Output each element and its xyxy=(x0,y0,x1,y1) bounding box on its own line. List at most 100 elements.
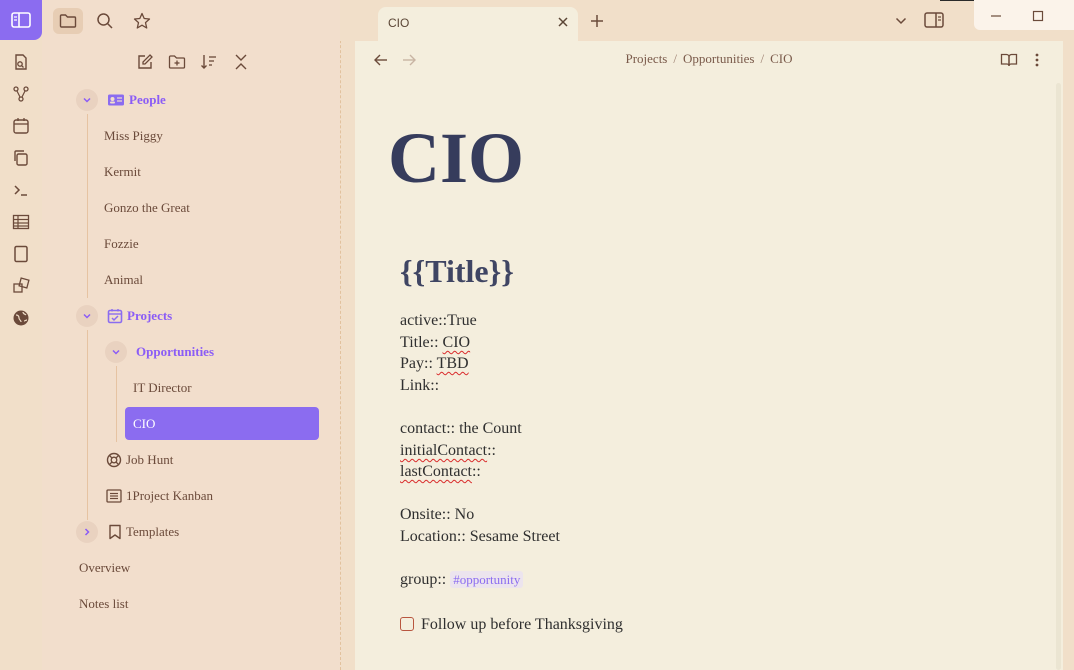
file-label: Miss Piggy xyxy=(104,128,163,143)
templates-copy-icon[interactable] xyxy=(10,147,32,169)
bookmarks-tab[interactable] xyxy=(127,8,157,34)
property-group[interactable]: group:: #opportunity xyxy=(400,570,524,590)
lifebuoy-icon xyxy=(106,452,122,468)
task-checkbox[interactable] xyxy=(400,617,414,631)
folder-templates[interactable]: Templates xyxy=(76,517,179,547)
file-it-director[interactable]: IT Director xyxy=(133,373,192,403)
note-title[interactable]: CIO xyxy=(388,116,524,200)
file-fozzie[interactable]: Fozzie xyxy=(104,229,139,259)
bookmark-icon xyxy=(108,524,122,540)
folder-opportunities[interactable]: Opportunities xyxy=(105,337,214,367)
file-label: Animal xyxy=(104,272,143,287)
file-label: Kermit xyxy=(104,164,141,179)
folder-label: Projects xyxy=(127,308,173,323)
breadcrumb-item[interactable]: Projects xyxy=(625,51,667,66)
property-rest: :: xyxy=(471,463,481,480)
contact-card-icon xyxy=(107,93,125,107)
view-header: Projects / Opportunities / CIO xyxy=(355,41,1063,79)
search-icon xyxy=(96,12,114,30)
property-key: Title:: xyxy=(400,334,443,351)
file-cio[interactable]: CIO xyxy=(125,407,319,440)
editor-pane: Projects / Opportunities / CIO CIO {{Title}}… xyxy=(355,41,1063,670)
property-initial-contact[interactable]: initialContact:: xyxy=(400,441,496,461)
bookmark-star-icon xyxy=(133,12,151,30)
daily-note-calendar-icon[interactable] xyxy=(10,115,32,137)
tag-opportunity[interactable]: #opportunity xyxy=(450,571,524,588)
tab-bar: CIO xyxy=(340,0,1074,41)
publish-globe-icon[interactable] xyxy=(10,307,32,329)
close-icon[interactable] xyxy=(556,15,570,29)
folder-icon xyxy=(59,13,77,29)
chevron-right-icon[interactable] xyxy=(76,521,98,543)
folder-label: Opportunities xyxy=(136,344,215,359)
file-kermit[interactable]: Kermit xyxy=(104,157,141,187)
property-value: CIO xyxy=(442,334,471,351)
tab-cio[interactable]: CIO xyxy=(378,7,578,41)
folder-projects[interactable]: Projects xyxy=(76,301,172,331)
chevron-down-icon[interactable] xyxy=(76,305,98,327)
file-notes-list[interactable]: Notes list xyxy=(79,589,128,619)
tree-guide xyxy=(87,330,88,520)
file-animal[interactable]: Animal xyxy=(104,265,143,295)
minimize-icon[interactable] xyxy=(990,10,1002,22)
graph-view-icon[interactable] xyxy=(10,83,32,105)
property-active[interactable]: active::True xyxy=(400,311,477,331)
file-miss-piggy[interactable]: Miss Piggy xyxy=(104,121,163,151)
property-key: Pay:: xyxy=(400,355,437,372)
new-note-icon xyxy=(136,53,154,71)
new-tab-icon[interactable] xyxy=(589,13,605,29)
sort-button[interactable] xyxy=(198,51,220,73)
chevron-down-icon[interactable] xyxy=(105,341,127,363)
property-title[interactable]: Title:: CIO xyxy=(400,333,470,353)
more-options-icon[interactable] xyxy=(1031,52,1043,68)
open-quick-switcher-icon[interactable] xyxy=(10,51,32,73)
sidebar-toggle-icon xyxy=(11,12,31,28)
file-label: Job Hunt xyxy=(126,452,174,467)
file-explorer-sidebar: People Miss Piggy Kermit Gonzo the Great… xyxy=(42,0,341,670)
collapse-all-icon xyxy=(232,53,250,71)
breadcrumb-item[interactable]: Opportunities xyxy=(683,51,755,66)
folder-label: Templates xyxy=(126,524,180,539)
list-board-icon xyxy=(106,489,122,503)
property-contact[interactable]: contact:: the Count xyxy=(400,419,522,439)
file-label: CIO xyxy=(133,415,156,431)
breadcrumb: Projects / Opportunities / CIO xyxy=(355,51,1063,67)
breadcrumb-item[interactable]: CIO xyxy=(770,51,792,66)
property-last-contact[interactable]: lastContact:: xyxy=(400,462,481,482)
new-note-button[interactable] xyxy=(134,51,156,73)
property-link[interactable]: Link:: xyxy=(400,376,439,396)
command-palette-icon[interactable] xyxy=(10,179,32,201)
window-controls xyxy=(974,0,1074,30)
tree-guide xyxy=(116,366,117,442)
file-overview[interactable]: Overview xyxy=(79,553,130,583)
file-project-kanban[interactable]: 1Project Kanban xyxy=(106,481,213,511)
heading[interactable]: {{Title}} xyxy=(400,251,514,291)
file-label: IT Director xyxy=(133,380,192,395)
maximize-icon[interactable] xyxy=(1032,10,1044,22)
table-icon[interactable] xyxy=(10,211,32,233)
folder-people[interactable]: People xyxy=(76,85,166,115)
task-label: Follow up before Thanksgiving xyxy=(421,616,623,633)
file-job-hunt[interactable]: Job Hunt xyxy=(106,445,173,475)
property-onsite[interactable]: Onsite:: No xyxy=(400,505,474,525)
chevron-down-icon[interactable] xyxy=(76,89,98,111)
property-pay[interactable]: Pay:: TBD xyxy=(400,354,469,374)
new-folder-icon xyxy=(168,54,186,70)
search-tab[interactable] xyxy=(90,8,120,34)
canvas-book-icon[interactable] xyxy=(10,243,32,265)
right-sidebar-toggle-icon[interactable] xyxy=(924,12,944,28)
left-ribbon xyxy=(0,0,42,670)
task-item[interactable]: Follow up before Thanksgiving xyxy=(400,615,623,635)
reading-view-book-icon[interactable] xyxy=(1000,52,1018,68)
random-note-icon[interactable] xyxy=(10,275,32,297)
tab-list-chevron-down-icon[interactable] xyxy=(894,14,908,28)
scrollbar[interactable] xyxy=(1056,83,1061,670)
collapse-all-button[interactable] xyxy=(230,51,252,73)
tab-label: CIO xyxy=(388,16,410,30)
new-folder-button[interactable] xyxy=(166,51,188,73)
breadcrumb-separator: / xyxy=(760,51,765,66)
file-explorer-tab[interactable] xyxy=(53,8,83,34)
sidebar-toggle-button[interactable] xyxy=(0,0,42,40)
property-location[interactable]: Location:: Sesame Street xyxy=(400,527,560,547)
file-gonzo[interactable]: Gonzo the Great xyxy=(104,193,190,223)
